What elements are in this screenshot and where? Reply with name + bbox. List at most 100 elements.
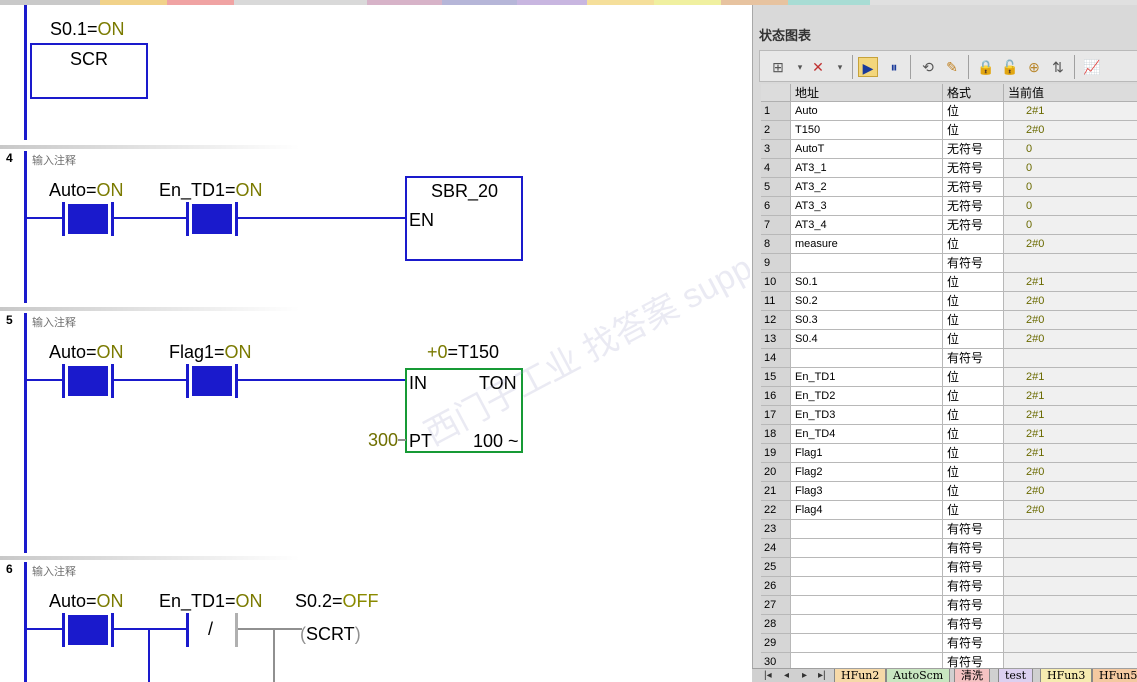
format-cell[interactable]: 无符号 (943, 140, 1004, 159)
format-cell[interactable]: 有符号 (943, 558, 1004, 577)
current-value-cell[interactable]: 2#0 (1004, 482, 1137, 501)
format-cell[interactable]: 位 (943, 311, 1004, 330)
prev-tab-icon[interactable]: ◂ (784, 670, 789, 681)
format-cell[interactable]: 有符号 (943, 520, 1004, 539)
dropdown-arrow-icon[interactable]: ▾ (830, 57, 850, 77)
trend-view-icon[interactable]: 📈 (1082, 57, 1102, 77)
format-cell[interactable]: 位 (943, 387, 1004, 406)
sbr-20-box[interactable]: SBR_20 EN (405, 176, 523, 261)
current-value-cell[interactable]: 2#0 (1004, 292, 1137, 311)
address-cell[interactable] (791, 558, 943, 577)
unforce-icon[interactable]: 🔓 (1000, 57, 1020, 77)
current-value-cell[interactable]: 0 (1004, 140, 1137, 159)
address-cell[interactable]: S0.4 (791, 330, 943, 349)
table-row[interactable]: 18 En_TD4 位 2#1 (761, 425, 1137, 444)
current-value-cell[interactable] (1004, 520, 1137, 539)
pause-icon[interactable]: ⏸ (884, 57, 904, 77)
address-cell[interactable]: En_TD4 (791, 425, 943, 444)
sheet-tab[interactable]: 清洗 (954, 669, 990, 682)
format-cell[interactable]: 有符号 (943, 615, 1004, 634)
sheet-tab[interactable]: HFun3 (1040, 669, 1093, 682)
sheet-tab[interactable]: AutoScm (886, 669, 951, 682)
format-cell[interactable]: 位 (943, 273, 1004, 292)
format-cell[interactable]: 位 (943, 463, 1004, 482)
current-value-cell[interactable]: 0 (1004, 178, 1137, 197)
format-cell[interactable]: 位 (943, 425, 1004, 444)
sheet-tab[interactable]: HFun5 (1092, 669, 1137, 682)
format-cell[interactable]: 有符号 (943, 577, 1004, 596)
table-row[interactable]: 9 有符号 (761, 254, 1137, 273)
address-cell[interactable]: AT3_3 (791, 197, 943, 216)
last-tab-icon[interactable]: ▸| (818, 670, 826, 681)
address-cell[interactable]: S0.1 (791, 273, 943, 292)
address-cell[interactable]: En_TD1 (791, 368, 943, 387)
address-cell[interactable]: S0.3 (791, 311, 943, 330)
table-row[interactable]: 1 Auto 位 2#1 (761, 102, 1137, 121)
address-cell[interactable]: S0.2 (791, 292, 943, 311)
current-value-cell[interactable]: 0 (1004, 197, 1137, 216)
current-value-cell[interactable]: 2#1 (1004, 273, 1137, 292)
address-cell[interactable]: measure (791, 235, 943, 254)
table-row[interactable]: 6 AT3_3 无符号 0 (761, 197, 1137, 216)
address-cell[interactable] (791, 634, 943, 653)
table-row[interactable]: 3 AutoT 无符号 0 (761, 140, 1137, 159)
current-value-cell[interactable] (1004, 558, 1137, 577)
table-row[interactable]: 2 T150 位 2#0 (761, 121, 1137, 140)
current-value-cell[interactable]: 2#1 (1004, 444, 1137, 463)
contact-flag1[interactable] (186, 364, 238, 398)
current-value-cell[interactable]: 2#1 (1004, 368, 1137, 387)
current-value-cell[interactable]: 2#0 (1004, 501, 1137, 520)
format-cell[interactable]: 有符号 (943, 596, 1004, 615)
table-row[interactable]: 23 有符号 (761, 520, 1137, 539)
current-value-cell[interactable] (1004, 634, 1137, 653)
header-format[interactable]: 格式 (943, 84, 1004, 102)
address-cell[interactable] (791, 520, 943, 539)
ladder-editor[interactable]: S0.1=ON SCR 4 输入注释 Auto=ON En_TD1=ON SBR… (0, 5, 750, 682)
address-cell[interactable]: Auto (791, 102, 943, 121)
format-cell[interactable]: 位 (943, 102, 1004, 121)
format-cell[interactable]: 位 (943, 368, 1004, 387)
timer-ton-box[interactable]: IN TON PT 100 ~ (405, 368, 523, 453)
sheet-tab[interactable]: test (998, 669, 1033, 682)
header-current[interactable]: 当前值 (1004, 84, 1137, 102)
current-value-cell[interactable]: 2#0 (1004, 311, 1137, 330)
address-cell[interactable]: Flag2 (791, 463, 943, 482)
address-cell[interactable]: AT3_2 (791, 178, 943, 197)
format-cell[interactable]: 位 (943, 330, 1004, 349)
address-cell[interactable]: T150 (791, 121, 943, 140)
contact-auto[interactable] (62, 364, 114, 398)
address-cell[interactable]: Flag3 (791, 482, 943, 501)
table-row[interactable]: 28 有符号 (761, 615, 1137, 634)
chart-status-icon[interactable]: ▶ (858, 57, 878, 77)
single-read-icon[interactable]: ⟲ (918, 57, 938, 77)
contact-auto[interactable] (62, 613, 114, 647)
format-cell[interactable]: 无符号 (943, 159, 1004, 178)
contact-en-td1-negated[interactable]: / (186, 613, 238, 647)
table-row[interactable]: 11 S0.2 位 2#0 (761, 292, 1137, 311)
table-row[interactable]: 22 Flag4 位 2#0 (761, 501, 1137, 520)
address-cell[interactable] (791, 254, 943, 273)
table-row[interactable]: 24 有符号 (761, 539, 1137, 558)
format-cell[interactable]: 位 (943, 482, 1004, 501)
contact-auto[interactable] (62, 202, 114, 236)
current-value-cell[interactable]: 0 (1004, 159, 1137, 178)
table-row[interactable]: 17 En_TD3 位 2#1 (761, 406, 1137, 425)
format-cell[interactable]: 位 (943, 406, 1004, 425)
table-row[interactable]: 14 有符号 (761, 349, 1137, 368)
sheet-tab[interactable]: HFun2 (834, 669, 887, 682)
pt-value[interactable]: 300 (368, 430, 398, 451)
table-row[interactable]: 29 有符号 (761, 634, 1137, 653)
current-value-cell[interactable]: 2#1 (1004, 102, 1137, 121)
format-cell[interactable]: 位 (943, 501, 1004, 520)
address-cell[interactable] (791, 577, 943, 596)
table-row[interactable]: 7 AT3_4 无符号 0 (761, 216, 1137, 235)
current-value-cell[interactable] (1004, 254, 1137, 273)
address-cell[interactable]: Flag4 (791, 501, 943, 520)
current-value-cell[interactable]: 2#0 (1004, 330, 1137, 349)
current-value-cell[interactable] (1004, 577, 1137, 596)
scr-box[interactable]: SCR (30, 43, 148, 99)
format-cell[interactable]: 有符号 (943, 254, 1004, 273)
format-cell[interactable]: 有符号 (943, 634, 1004, 653)
format-cell[interactable]: 有符号 (943, 539, 1004, 558)
table-row[interactable]: 25 有符号 (761, 558, 1137, 577)
